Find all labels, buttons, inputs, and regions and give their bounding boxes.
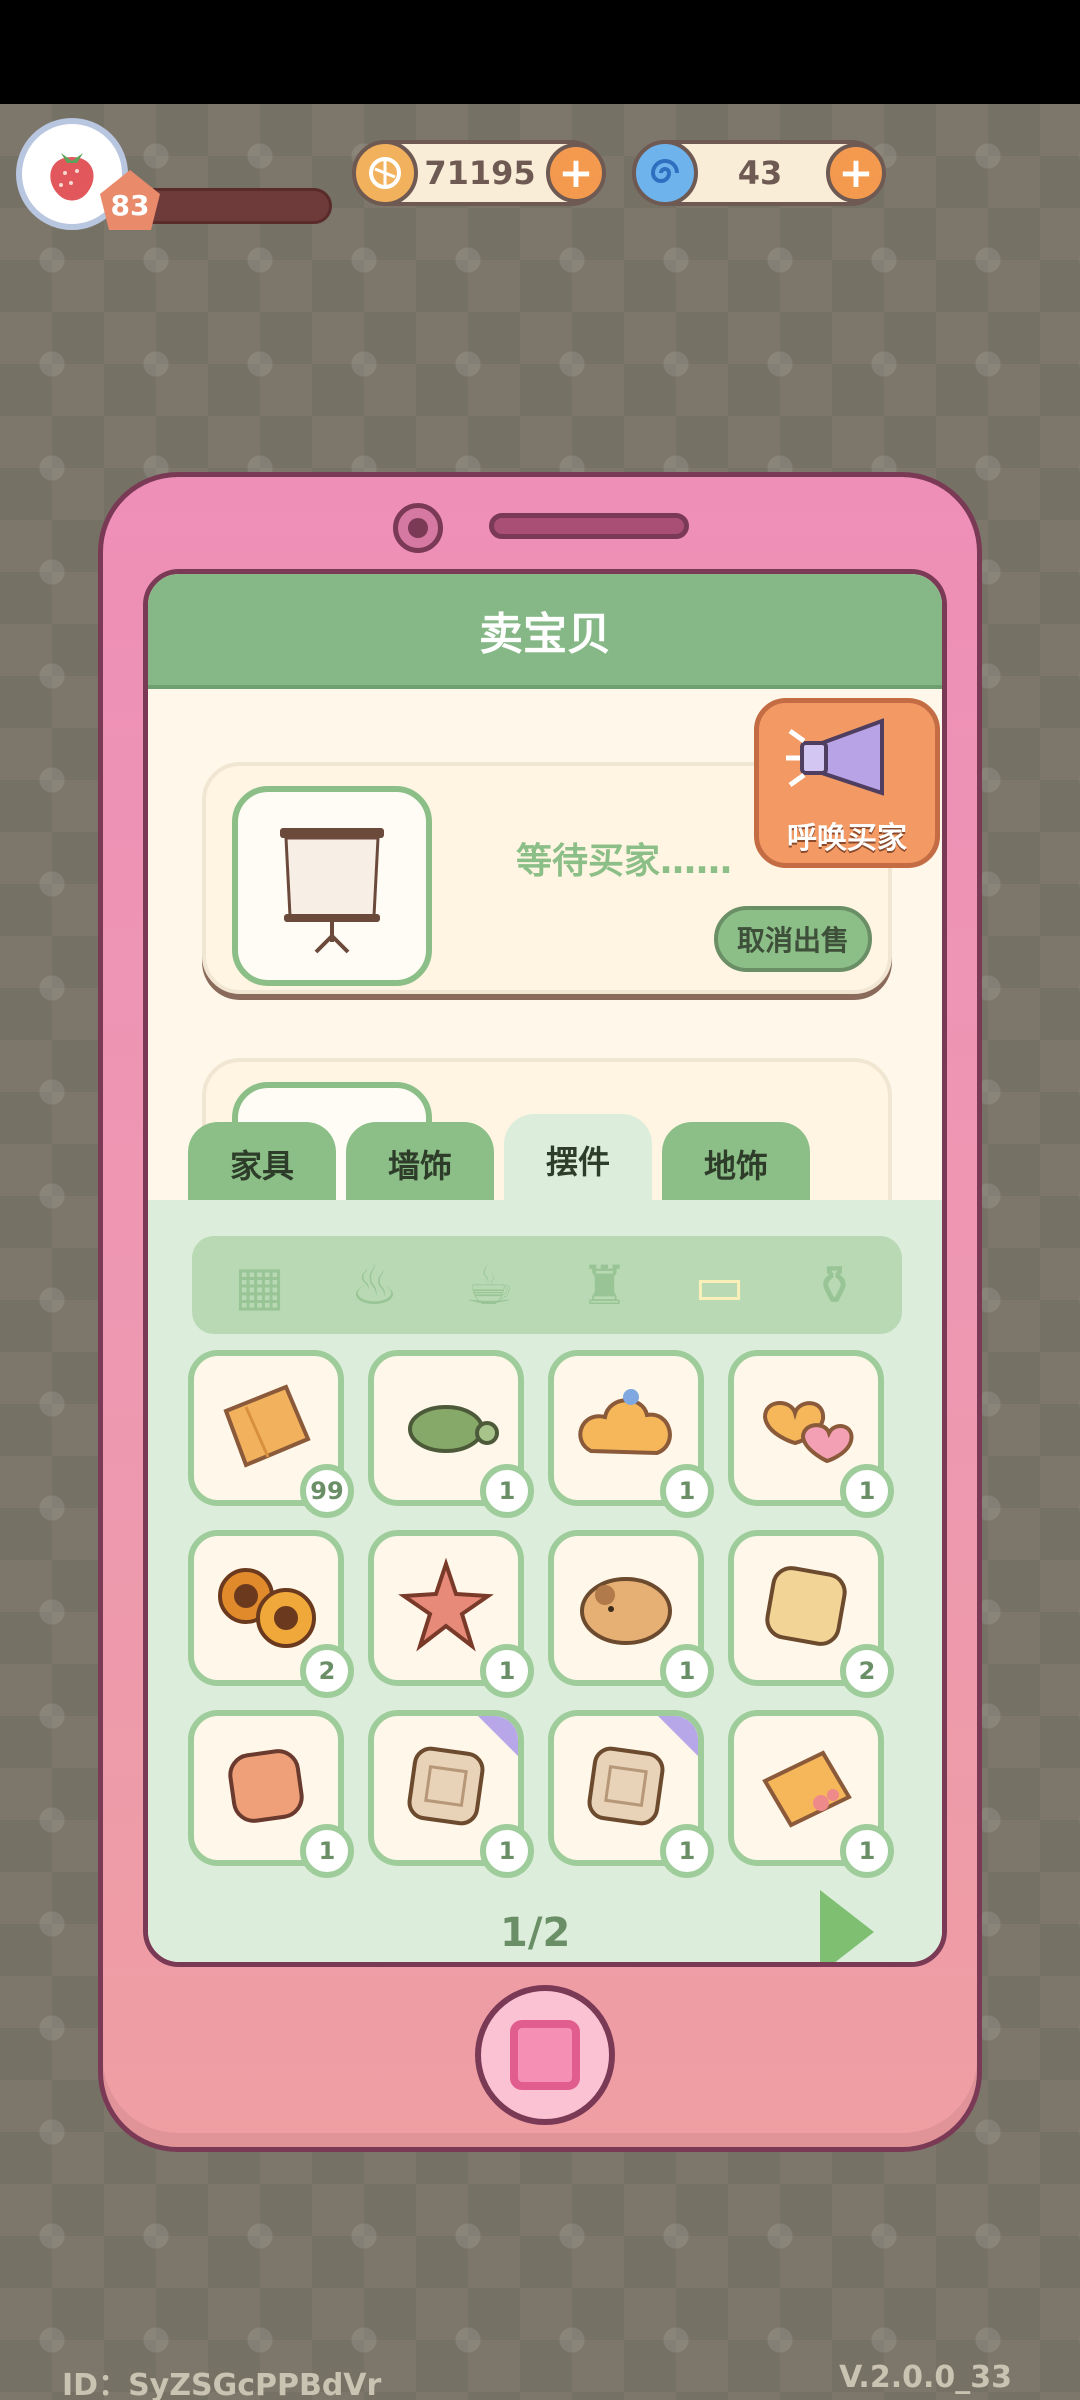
phone-frame: 卖宝贝 等待买家…… 取消出售 呼唤买家 家具 墙饰 摆件 地饰 ▦ ♨ ☕ ♜… bbox=[98, 472, 982, 2152]
inventory-slot[interactable]: 2 bbox=[188, 1530, 354, 1698]
projector-screen-icon bbox=[280, 828, 384, 954]
tab-furniture[interactable]: 家具 bbox=[188, 1122, 336, 1206]
add-coins-button[interactable]: + bbox=[546, 143, 606, 203]
floral-cushion-icon bbox=[751, 1741, 861, 1835]
player-id: ID：SyZSGcPPBdVr bbox=[62, 2368, 382, 2400]
page-indicator: 1/2 bbox=[500, 1910, 571, 1956]
category-bar: ▦ ♨ ☕ ♜ ▭ ⚱ bbox=[192, 1236, 902, 1334]
inventory-slot[interactable]: 1 bbox=[548, 1710, 714, 1878]
item-quantity: 1 bbox=[840, 1824, 894, 1878]
item-quantity: 1 bbox=[480, 1644, 534, 1698]
inventory-slot[interactable]: 1 bbox=[188, 1710, 354, 1878]
inventory-slot[interactable]: 1 bbox=[548, 1350, 714, 1518]
phone-camera bbox=[393, 503, 443, 553]
item-quantity: 2 bbox=[840, 1644, 894, 1698]
listing-item-thumb bbox=[232, 786, 432, 986]
sunflower-cushions-icon bbox=[206, 1556, 326, 1660]
item-quantity: 1 bbox=[660, 1824, 714, 1878]
game-version: V.2.0.0_33 bbox=[839, 2360, 1012, 2395]
cloud-cushion-icon bbox=[571, 1381, 681, 1475]
inventory-slot[interactable]: 1 bbox=[728, 1350, 894, 1518]
phone-home-button[interactable] bbox=[475, 1985, 615, 2125]
item-quantity: 1 bbox=[660, 1464, 714, 1518]
capybara-cushion-icon bbox=[571, 1561, 681, 1655]
megaphone-icon bbox=[786, 718, 884, 796]
item-quantity: 1 bbox=[660, 1644, 714, 1698]
pot-icon[interactable]: ♨ bbox=[337, 1247, 413, 1323]
inventory-slot[interactable]: 1 bbox=[368, 1530, 534, 1698]
inventory-slot[interactable]: 1 bbox=[728, 1710, 894, 1878]
inventory-slot[interactable]: 1 bbox=[548, 1530, 714, 1698]
gem-counter: 43 + bbox=[632, 140, 886, 206]
pillow-orange-icon bbox=[216, 1381, 316, 1475]
inventory-slot[interactable]: 99 bbox=[188, 1350, 354, 1518]
grid-all-icon[interactable]: ▦ bbox=[222, 1247, 298, 1323]
item-quantity: 1 bbox=[840, 1464, 894, 1518]
call-buyer-label: 呼唤买家 bbox=[787, 821, 907, 856]
coin-icon bbox=[352, 140, 418, 206]
home-square-icon bbox=[510, 2020, 580, 2090]
screen-title: 卖宝贝 bbox=[148, 574, 942, 689]
inventory-panel: ▦ ♨ ☕ ♜ ▭ ⚱ 99 1 1 1 2 1 1 2 1 1 1 1 1/2 bbox=[148, 1200, 942, 1962]
turtle-icon bbox=[391, 1391, 501, 1465]
cup-icon[interactable]: ☕ bbox=[452, 1247, 528, 1323]
status-bar bbox=[0, 0, 1080, 104]
item-quantity: 1 bbox=[480, 1824, 534, 1878]
tab-wall-decor[interactable]: 墙饰 bbox=[346, 1122, 494, 1206]
cream-cushion-icon bbox=[756, 1561, 856, 1655]
inventory-slot[interactable]: 2 bbox=[728, 1530, 894, 1698]
swirl-gem-icon bbox=[632, 140, 698, 206]
starfish-icon bbox=[396, 1556, 496, 1660]
item-quantity: 1 bbox=[480, 1464, 534, 1518]
coin-counter: 71195 + bbox=[352, 140, 606, 206]
strawberry-icon bbox=[50, 153, 94, 201]
patterned-cushion-icon bbox=[396, 1741, 496, 1835]
peach-cushion-icon bbox=[216, 1741, 316, 1835]
item-quantity: 1 bbox=[300, 1824, 354, 1878]
call-buyer-button[interactable]: 呼唤买家 bbox=[754, 698, 940, 868]
heart-cushions-icon bbox=[751, 1381, 861, 1475]
vase-icon[interactable]: ⚱ bbox=[797, 1247, 873, 1323]
pillow-icon[interactable]: ▭ bbox=[682, 1247, 758, 1323]
tab-ornaments[interactable]: 摆件 bbox=[504, 1114, 652, 1206]
listing-status: 等待买家…… bbox=[516, 841, 733, 882]
level-value: 83 bbox=[110, 188, 150, 222]
add-gems-button[interactable]: + bbox=[826, 143, 886, 203]
inventory-slot[interactable]: 1 bbox=[368, 1710, 534, 1878]
tab-floor-decor[interactable]: 地饰 bbox=[662, 1122, 810, 1206]
cancel-sale-button[interactable]: 取消出售 bbox=[714, 906, 872, 972]
phone-speaker bbox=[489, 513, 689, 539]
lamp-icon[interactable]: ♜ bbox=[567, 1247, 643, 1323]
next-page-button[interactable] bbox=[820, 1890, 874, 1962]
phone-screen: 卖宝贝 等待买家…… 取消出售 呼唤买家 家具 墙饰 摆件 地饰 ▦ ♨ ☕ ♜… bbox=[143, 569, 947, 1967]
inventory-slot[interactable]: 1 bbox=[368, 1350, 534, 1518]
patterned-cushion-icon bbox=[576, 1741, 676, 1835]
item-quantity: 99 bbox=[300, 1464, 354, 1518]
item-quantity: 2 bbox=[300, 1644, 354, 1698]
